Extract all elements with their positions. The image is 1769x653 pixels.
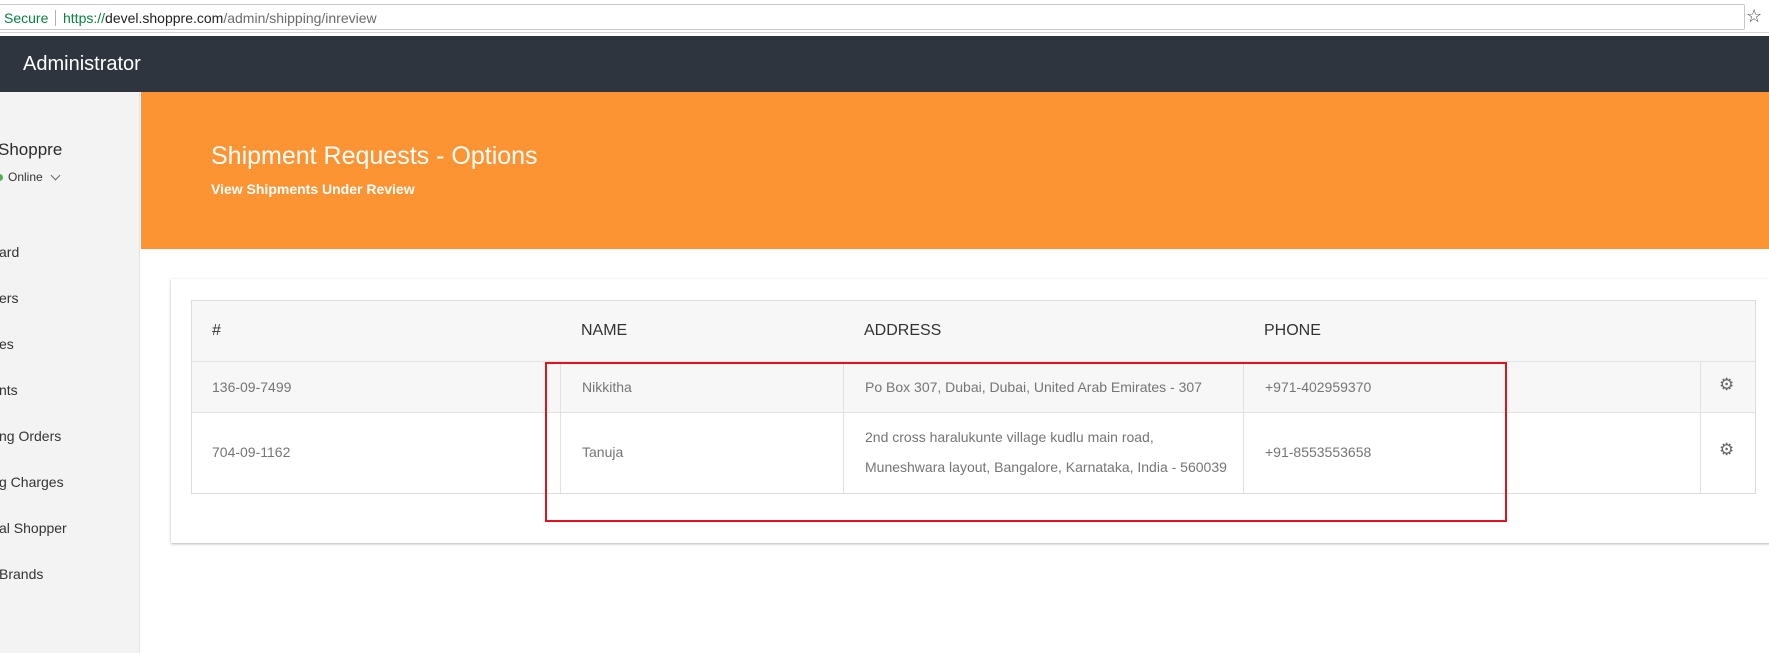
row-id: 136-09-7499: [212, 379, 292, 395]
star-icon[interactable]: ☆: [1746, 6, 1762, 27]
column-divider: [1700, 362, 1701, 412]
table-header: # NAME ADDRESS PHONE: [192, 301, 1755, 362]
gear-icon[interactable]: ⚙: [1719, 440, 1734, 460]
column-header-number: #: [212, 322, 221, 339]
url-scheme: https://: [63, 10, 106, 26]
page-subtitle: View Shipments Under Review: [211, 181, 415, 197]
url-host: devel.shoppre.com: [105, 10, 224, 26]
gear-icon[interactable]: ⚙: [1719, 375, 1734, 395]
secure-label: Secure: [4, 10, 49, 26]
sidebar-item-shipments[interactable]: nts: [0, 382, 18, 398]
sidebar-item-customers[interactable]: ers: [0, 290, 18, 306]
chevron-down-icon: [50, 170, 61, 180]
sidebar-item-personal-shopper[interactable]: al Shopper: [0, 520, 67, 536]
user-status-dropdown[interactable]: Online: [0, 170, 61, 184]
url-text[interactable]: https://devel.shoppre.com/admin/shipping…: [63, 10, 377, 26]
url-path: /admin/shipping/inreview: [223, 10, 377, 26]
app-title[interactable]: Administrator: [23, 53, 141, 76]
page-header: Shipment Requests - Options View Shipmen…: [141, 92, 1769, 249]
user-status-label: Online: [8, 170, 43, 184]
sidebar-user-name: Shoppre: [0, 140, 63, 159]
column-divider: [1700, 413, 1701, 493]
top-app-bar: Administrator: [0, 36, 1769, 92]
sidebar-item-shipping-charges[interactable]: g Charges: [0, 474, 64, 490]
browser-url-bar: Secure https://devel.shoppre.com/admin/s…: [0, 0, 1769, 33]
row-id: 704-09-1162: [212, 444, 291, 460]
sidebar-item-brands[interactable]: Brands: [0, 566, 43, 582]
page-title: Shipment Requests - Options: [211, 142, 538, 170]
online-status-dot-icon: [0, 173, 3, 181]
column-header-phone: PHONE: [1264, 322, 1321, 339]
sidebar-item-packages[interactable]: es: [0, 336, 14, 352]
sidebar-item-shopping-orders[interactable]: ng Orders: [0, 428, 61, 444]
url-separator: [55, 10, 56, 26]
annotation-highlight-box: [545, 362, 1507, 522]
sidebar: Shoppre Online ard ers es nts ng Orders …: [0, 92, 140, 653]
sidebar-item-dashboard[interactable]: ard: [0, 244, 19, 260]
column-header-address: ADDRESS: [864, 322, 942, 339]
column-header-name: NAME: [581, 322, 628, 339]
